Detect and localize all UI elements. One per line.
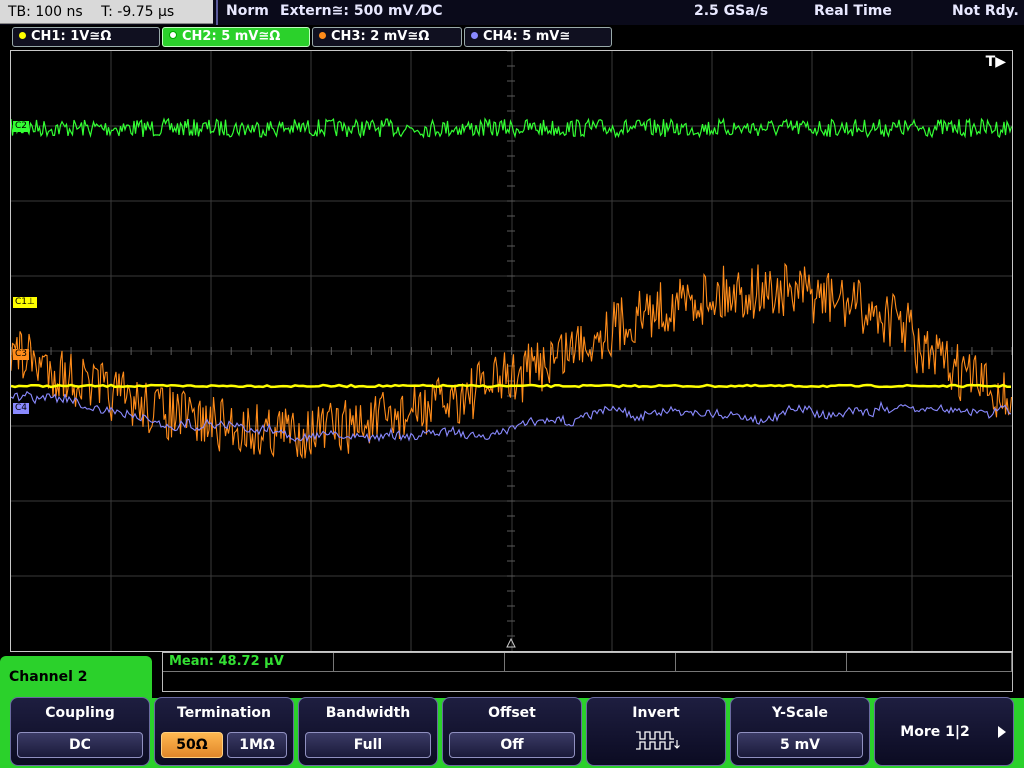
trace-channel-2 [11,117,1012,139]
run-state[interactable]: Not Rdy. [952,3,1019,19]
tab-label: CH3: 2 mV≅Ω [331,29,430,44]
ch1-offset-marker[interactable]: C1⊥ [13,297,37,308]
meas-cell [334,653,505,672]
mean-measurement: Mean: 48.72 µV [169,654,284,669]
termination-label: Termination [177,705,271,721]
tab-channel-2[interactable]: CH2: 5 mV≅Ω [162,27,310,47]
status-bar: TB: 100 ns T: -9.75 µs Norm Extern≅: 500… [0,0,1024,25]
offset-label: Offset [488,705,536,721]
invert-label: Invert [632,705,680,721]
tab-channel-3[interactable]: CH3: 2 mV≅Ω [312,27,462,47]
bandwidth-softkey[interactable]: Bandwidth Full [298,697,438,766]
tab-label: CH2: 5 mV≅Ω [182,29,281,44]
divider [216,0,218,25]
channel-dot-icon [169,31,177,39]
measurement-panel[interactable]: Mean: 48.72 µV [162,652,1013,692]
waveform-display[interactable]: T▶ C1⊥ C2 C3 C4 [10,50,1013,652]
bandwidth-label: Bandwidth [325,705,411,721]
meas-cell [505,653,676,672]
channel-dot-icon [319,32,326,39]
timebase-text: TB: 100 ns [8,4,83,20]
more-softkey[interactable]: More 1|2 [874,697,1014,766]
trigger-position-marker-icon [506,637,516,648]
timebase-box[interactable]: TB: 100 ns T: -9.75 µs [0,0,213,24]
y-scale-label: Y-Scale [771,705,828,721]
ch2-offset-marker[interactable]: C2 [13,121,30,132]
acquisition-mode[interactable]: Real Time [814,3,892,19]
tab-channel-1[interactable]: CH1: 1V≅Ω [12,27,160,47]
meas-cell [676,653,847,672]
termination-softkey[interactable]: Termination 50Ω 1MΩ [154,697,294,766]
tab-channel-4[interactable]: CH4: 5 mV≅ [464,27,612,47]
trace-channel-4 [11,390,1012,444]
offset-value[interactable]: Off [449,732,575,758]
channel-dot-icon [471,32,478,39]
y-scale-value[interactable]: 5 mV [737,732,863,758]
trigger-position-text: T: -9.75 µs [101,4,175,20]
meas-cell [847,653,1012,672]
y-scale-softkey[interactable]: Y-Scale 5 mV [730,697,870,766]
trace-channel-3 [11,262,1012,460]
arrow-right-icon [998,726,1006,738]
menu-title: Channel 2 [0,656,152,700]
tab-label: CH4: 5 mV≅ [483,29,571,44]
ch3-offset-marker[interactable]: C3 [13,349,30,360]
channel-dot-icon [19,32,26,39]
ch4-offset-marker[interactable]: C4 [13,403,30,414]
invert-waveform-icon [636,731,680,750]
waveform-grid [11,51,1012,651]
trigger-mode[interactable]: Norm [226,3,269,19]
invert-softkey[interactable]: Invert [586,697,726,766]
trace-channel-1 [11,383,1011,389]
trigger-marker-icon[interactable]: T▶ [986,54,1006,70]
termination-1m-ohm-option[interactable]: 1MΩ [227,732,287,758]
trigger-source[interactable]: Extern≅: 500 mV ⁄DC [280,3,442,19]
more-label: More 1|2 [900,724,970,740]
offset-softkey[interactable]: Offset Off [442,697,582,766]
bandwidth-value[interactable]: Full [305,732,431,758]
coupling-softkey[interactable]: Coupling DC [10,697,150,766]
coupling-label: Coupling [45,705,115,721]
sample-rate[interactable]: 2.5 GSa/s [694,3,768,19]
termination-50-ohm-option[interactable]: 50Ω [161,732,223,758]
tab-label: CH1: 1V≅Ω [31,29,112,44]
coupling-value[interactable]: DC [17,732,143,758]
